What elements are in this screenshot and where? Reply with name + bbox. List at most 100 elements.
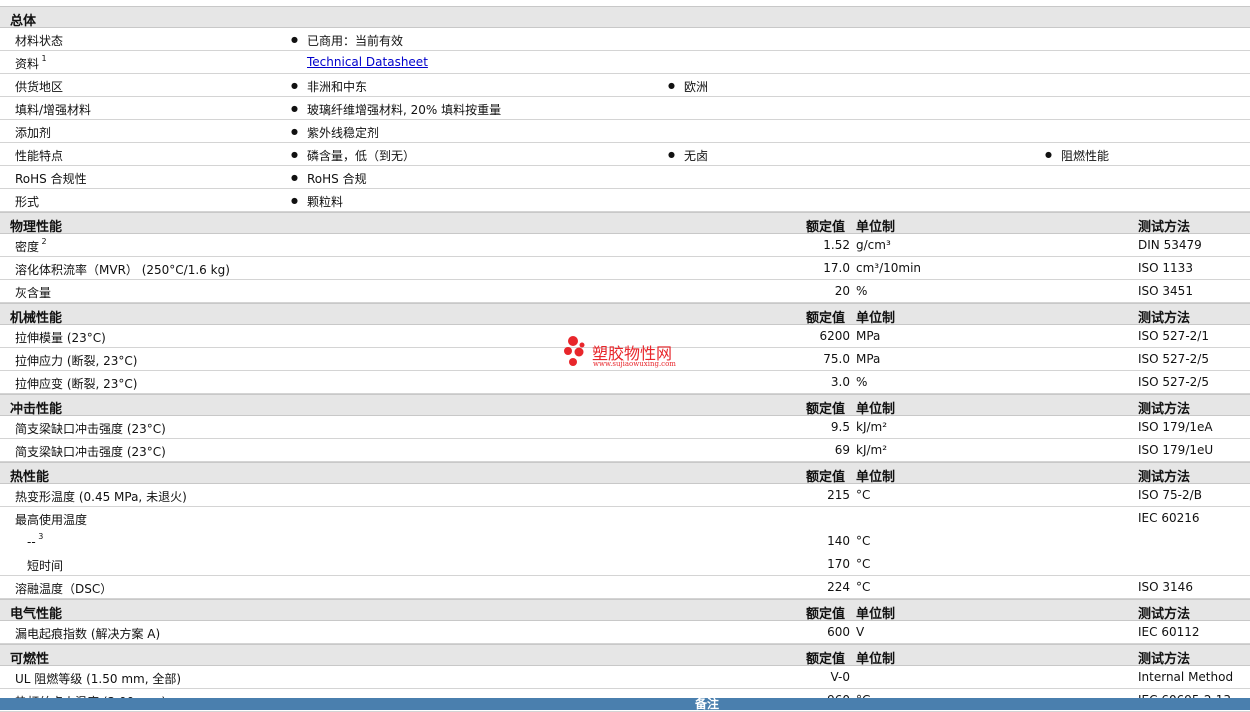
section-title: 物理性能 (10, 220, 63, 235)
column-header-test: 测试方法 (1138, 220, 1191, 235)
property-unit: cm³/10min (856, 261, 922, 275)
property-row: 灰含量 20% ISO 3451 (0, 280, 1250, 303)
test-method: ISO 179/1eU (1138, 443, 1214, 457)
watermark-url: www.sujiaowuxing.com (593, 360, 676, 368)
column-header-unit: 单位制 (856, 311, 896, 326)
bullet-icon: ● (291, 150, 298, 159)
bullet-icon: ● (668, 150, 675, 159)
property-value: 欧洲 (684, 80, 709, 94)
property-row: 最高使用温度 IEC 60216 (0, 507, 1250, 530)
property-value: 600 (827, 625, 850, 639)
column-header-unit: 单位制 (856, 652, 896, 667)
property-label: 溶化体积流率（MVR） (250°C/1.6 kg) (15, 263, 230, 277)
column-header-unit: 单位制 (856, 470, 896, 485)
column-header-value: 额定值 (806, 470, 846, 485)
property-unit: °C (856, 557, 871, 571)
footnote-marker[interactable]: 3 (36, 532, 43, 541)
notes-bar[interactable]: 备注 (0, 697, 1250, 711)
bullet-icon: ● (291, 127, 298, 136)
section-header: 物理性能 额定值 单位制 测试方法 (0, 212, 1250, 235)
property-unit: MPa (856, 329, 881, 343)
property-value: 非洲和中东 (307, 80, 368, 94)
bullet-icon: ● (668, 81, 675, 90)
property-label: UL 阻燃等级 (1.50 mm, 全部) (15, 672, 182, 686)
general-row: 资料 1 Technical Datasheet (0, 51, 1250, 74)
section-header-general: 总体 (0, 6, 1250, 29)
row-label: 填料/增强材料 (15, 103, 92, 117)
section-header: 热性能 额定值 单位制 测试方法 (0, 462, 1250, 485)
bullet-icon: ● (291, 173, 298, 182)
property-row: 简支梁缺口冲击强度 (23°C) 69 kJ/m² ISO 179/1eU (0, 439, 1250, 462)
row-label: 材料状态 (15, 34, 64, 48)
property-unit: °C (856, 488, 871, 502)
property-row: 短时间 170 °C (0, 553, 1250, 576)
general-row: 供货地区 ● 非洲和中东 ● 欧洲 (0, 74, 1250, 97)
property-value: 9.5 (830, 420, 850, 434)
property-label: 密度 2 (15, 237, 47, 254)
general-row: 材料状态 ● 已商用：当前有效 (0, 28, 1250, 51)
row-label: 添加剂 (15, 126, 52, 140)
row-label: 形式 (15, 195, 40, 209)
section-title: 总体 (10, 14, 37, 29)
property-value: 颗粒料 (307, 195, 344, 209)
property-value: 75.0 (823, 352, 850, 366)
column-header-value: 额定值 (806, 402, 846, 417)
property-row: 简支梁缺口冲击强度 (23°C) 9.5 kJ/m² ISO 179/1eA (0, 416, 1250, 439)
property-unit: % (856, 375, 868, 389)
section-title: 电气性能 (10, 607, 63, 622)
property-row: 溶化体积流率（MVR） (250°C/1.6 kg) 17.0 cm³/10min I… (0, 257, 1250, 280)
general-row: 性能特点 ● 磷含量，低（到无） ● 无卤 ● 阻燃性能 (0, 143, 1250, 166)
property-label: 简支梁缺口冲击强度 (23°C) (15, 422, 166, 436)
footnote-marker[interactable]: 1 (39, 54, 47, 63)
column-header-test: 测试方法 (1138, 470, 1191, 485)
bullet-icon: ● (291, 81, 298, 90)
property-row: 漏电起痕指数 (解决方案 A) 600 V IEC 60112 (0, 621, 1250, 644)
property-value: 20 (834, 284, 850, 298)
watermark-logo: 塑胶物性网 www.sujiaowuxing.com (562, 336, 702, 372)
test-method: ISO 527-2/5 (1138, 352, 1209, 366)
property-value: 69 (834, 443, 850, 457)
property-value: 170 (827, 557, 850, 571)
column-header-test: 测试方法 (1138, 652, 1191, 667)
notes-label: 备注 (695, 697, 720, 711)
property-value: 玻璃纤维增强材料, 20% 填料按重量 (307, 103, 502, 117)
section-header: 机械性能 额定值 单位制 测试方法 (0, 303, 1250, 326)
row-label: 性能特点 (15, 149, 64, 163)
test-method: ISO 179/1eA (1138, 420, 1213, 434)
property-row: 密度 2 1.52 g/cm³ DIN 53479 (0, 234, 1250, 257)
section-title: 冲击性能 (10, 402, 63, 417)
property-value: RoHS 合规 (307, 172, 367, 186)
property-label: 拉伸应力 (断裂, 23°C) (15, 354, 138, 368)
property-unit: kJ/m² (856, 420, 888, 434)
property-label: 简支梁缺口冲击强度 (23°C) (15, 445, 166, 459)
section-header: 可燃性 额定值 单位制 测试方法 (0, 644, 1250, 667)
bullet-icon: ● (1045, 150, 1052, 159)
property-value: 阻燃性能 (1061, 149, 1110, 163)
property-value: 1.52 (823, 238, 850, 252)
property-label: 漏电起痕指数 (解决方案 A) (15, 627, 161, 641)
section-header: 冲击性能 额定值 单位制 测试方法 (0, 394, 1250, 417)
property-row: 溶融温度（DSC） 224 °C ISO 3146 (0, 576, 1250, 599)
test-method: IEC 60112 (1138, 625, 1200, 639)
property-value: V-0 (830, 670, 850, 684)
technical-datasheet-link[interactable]: Technical Datasheet (307, 55, 428, 69)
test-method: Internal Method (1138, 670, 1234, 684)
test-method: ISO 1133 (1138, 261, 1193, 275)
property-label: 溶融温度（DSC） (15, 582, 113, 596)
property-row: 拉伸应变 (断裂, 23°C) 3.0% ISO 527-2/5 (0, 371, 1250, 394)
column-header-value: 额定值 (806, 652, 846, 667)
property-value: 3.0 (830, 375, 850, 389)
column-header-unit: 单位制 (856, 607, 896, 622)
row-label: 资料 1 (15, 54, 47, 71)
test-method: ISO 3146 (1138, 580, 1193, 594)
column-header-test: 测试方法 (1138, 607, 1191, 622)
footnote-marker[interactable]: 2 (39, 237, 47, 246)
property-value: 224 (827, 580, 850, 594)
bullet-icon: ● (291, 35, 298, 44)
property-row: 热变形温度 (0.45 MPa, 未退火) 215 °C ISO 75-2/B (0, 484, 1250, 507)
property-unit: g/cm³ (856, 238, 891, 252)
property-value: 215 (827, 488, 850, 502)
property-value: 6200 (819, 329, 850, 343)
test-method: ISO 527-2/5 (1138, 375, 1209, 389)
general-row: 形式 ● 颗粒料 (0, 189, 1250, 212)
